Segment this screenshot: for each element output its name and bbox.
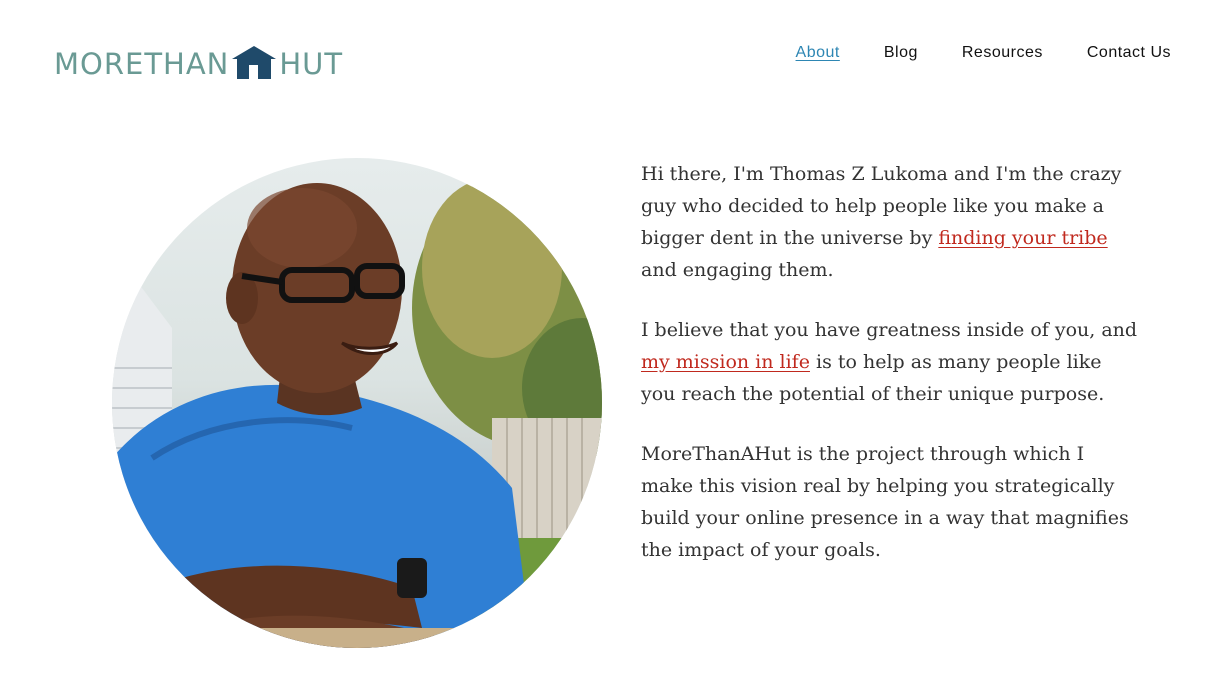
bio-paragraph-2: I believe that you have greatness inside… [641, 314, 1141, 410]
nav-contact-us[interactable]: Contact Us [1087, 43, 1171, 63]
bio-paragraph-3: MoreThanAHut is the project through whic… [641, 443, 1129, 561]
bio-p1-tail: and engaging them. [641, 259, 834, 281]
main-nav: About Blog Resources Contact Us [796, 43, 1171, 63]
site-header: MORETHAN HUT About Blog Resources Contac… [0, 0, 1225, 110]
nav-resources[interactable]: Resources [962, 43, 1043, 63]
logo-text-part1: MORETHAN [54, 47, 230, 81]
profile-photo [112, 158, 602, 648]
bio-paragraph-1: Hi there, I'm Thomas Z Lukoma and I'm th… [641, 158, 1141, 286]
about-bio: Hi there, I'm Thomas Z Lukoma and I'm th… [641, 158, 1141, 594]
site-logo[interactable]: MORETHAN HUT [54, 40, 343, 80]
logo-text-part2: HUT [279, 47, 344, 81]
bio-p2-text: I believe that you have greatness inside… [641, 319, 1138, 341]
finding-your-tribe-link[interactable]: finding your tribe [938, 227, 1107, 249]
my-mission-in-life-link[interactable]: my mission in life [641, 351, 810, 373]
house-icon [230, 46, 278, 80]
nav-blog[interactable]: Blog [884, 43, 918, 63]
nav-about[interactable]: About [796, 43, 840, 63]
